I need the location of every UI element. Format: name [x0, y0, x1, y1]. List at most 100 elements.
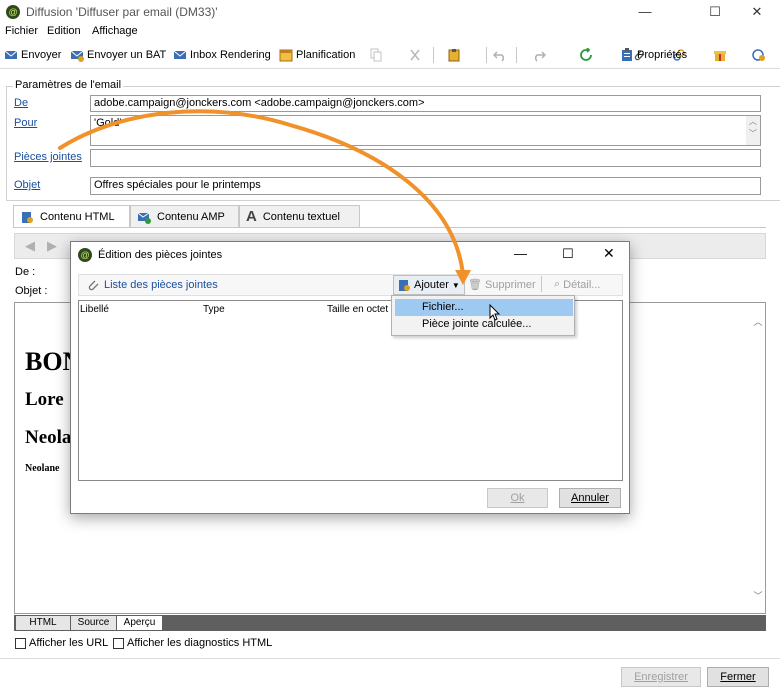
menu-item-computed-attachment[interactable]: Pièce jointe calculée...	[395, 316, 573, 333]
toolbar-separator	[433, 47, 434, 63]
dialog-close-button[interactable]: ✕	[603, 245, 615, 262]
column-header-type[interactable]: Type	[203, 304, 225, 315]
cancel-button[interactable]: Annuler	[559, 488, 621, 508]
delete-label: Supprimer	[484, 278, 536, 291]
header-subject-label: Objet :	[15, 285, 48, 297]
from-field[interactable]: adobe.campaign@jonckers.com <adobe.campa…	[90, 95, 761, 112]
ok-button[interactable]: Ok	[487, 488, 548, 508]
campaign-app-icon: @	[78, 248, 92, 262]
dialog-title: Édition des pièces jointes	[98, 249, 223, 261]
properties-button[interactable]: Propriétés	[620, 46, 687, 64]
preview-heading-2: Lore	[25, 389, 64, 410]
delete-button[interactable]: 🗑 Supprimer	[468, 278, 536, 292]
close-window-button[interactable]: ✕	[734, 0, 780, 24]
menu-item-file[interactable]: Fichier...	[395, 299, 573, 316]
tab-html-label: Contenu HTML	[40, 211, 115, 223]
attachments-dialog: @ Édition des pièces jointes — ☐ ✕ Liste…	[70, 241, 630, 514]
tab-strip-line	[13, 227, 766, 228]
menu-affichage[interactable]: Affichage	[92, 25, 138, 37]
amp-content-icon	[137, 210, 151, 224]
show-html-diagnostics-checkbox[interactable]: Afficher les diagnostics HTML	[113, 637, 272, 649]
show-html-diagnostics-label: Afficher les diagnostics HTML	[127, 637, 273, 649]
column-header-size[interactable]: Taille en octet	[327, 304, 388, 315]
redo-icon[interactable]	[532, 48, 547, 62]
forward-arrow-icon[interactable]: ▶	[47, 238, 57, 254]
detail-label: Détail...	[563, 278, 601, 291]
mouse-cursor-icon	[489, 304, 501, 321]
campaign-app-icon: @	[6, 5, 20, 19]
dialog-maximize-button[interactable]: ☐	[562, 246, 574, 262]
show-urls-label: Afficher les URL	[29, 637, 109, 649]
checkbox-box	[15, 637, 26, 649]
refresh-icon[interactable]	[579, 48, 593, 62]
params-title: Paramètres de l'email	[13, 79, 124, 91]
calendar-icon	[279, 48, 293, 62]
maximize-button[interactable]: ☐	[692, 0, 738, 24]
tab-text-content[interactable]: A Contenu textuel	[239, 205, 360, 227]
toolbar-separator	[516, 47, 517, 63]
tab-html-content[interactable]: Contenu HTML	[13, 205, 130, 228]
dialog-minimize-button[interactable]: —	[514, 246, 527, 261]
attachments-list-label: Liste des pièces jointes	[104, 279, 218, 291]
schedule-button[interactable]: Planification	[279, 46, 355, 64]
tab-amp-content[interactable]: Contenu AMP	[130, 205, 239, 227]
view-mode-tabs: HTML Source Aperçu	[14, 615, 766, 631]
detail-button[interactable]: ⌕ Détail...	[554, 278, 600, 291]
column-header-label[interactable]: Libellé	[80, 304, 109, 315]
attachments-field[interactable]	[90, 149, 761, 167]
send-icon	[4, 48, 18, 62]
inbox-rendering-label: Inbox Rendering	[190, 49, 271, 61]
back-arrow-icon[interactable]: ◀	[25, 238, 35, 254]
tab-preview-view[interactable]: Aperçu	[117, 616, 162, 630]
trash-icon: 🗑	[468, 279, 482, 291]
inbox-rendering-button[interactable]: Inbox Rendering	[173, 46, 271, 64]
magnifier-icon: ⌕	[554, 278, 561, 290]
preview-scrollbar[interactable]: ︿ ﹀	[751, 303, 765, 613]
tab-text-label: Contenu textuel	[262, 210, 340, 223]
add-icon	[397, 278, 411, 292]
tab-amp-label: Contenu AMP	[157, 210, 225, 223]
tab-source-view[interactable]: Source	[71, 616, 116, 630]
menu-fichier[interactable]: Fichier	[5, 25, 38, 37]
add-label: Ajouter	[414, 279, 449, 291]
add-button[interactable]: Ajouter ▼	[393, 275, 465, 295]
paste-icon[interactable]	[447, 48, 461, 62]
send-label: Envoyer	[21, 49, 62, 61]
subject-field[interactable]: Offres spéciales pour le printemps	[90, 177, 761, 195]
attachments-label[interactable]: Pièces jointes	[14, 151, 82, 163]
html-content-icon	[20, 210, 34, 224]
send-proof-button[interactable]: Envoyer un BAT	[70, 46, 166, 64]
personalization-icon[interactable]	[751, 48, 766, 62]
save-button[interactable]: Enregistrer	[621, 667, 701, 687]
copy-icon[interactable]	[369, 48, 383, 62]
to-scrollbar[interactable]: ︿ ﹀	[746, 116, 760, 145]
to-field[interactable]: 'Gold' ︿ ﹀	[90, 115, 761, 146]
dialog-toolbar-separator	[541, 276, 542, 292]
checkbox-box	[113, 637, 124, 649]
properties-label: Propriétés	[637, 49, 688, 61]
window-titlebar: @ Diffusion 'Diffuser par email (DM33)' …	[0, 0, 780, 24]
attachments-list-link[interactable]: Liste des pièces jointes	[86, 278, 218, 292]
close-button[interactable]: Fermer	[707, 667, 769, 687]
to-label[interactable]: Pour	[14, 117, 37, 129]
preview-small-text: Neolane	[25, 463, 60, 474]
add-dropdown-menu: Fichier... Pièce jointe calculée...	[391, 295, 575, 336]
undo-icon[interactable]	[493, 48, 507, 62]
cut-icon[interactable]	[408, 48, 422, 62]
chevron-down-icon: ▼	[451, 280, 460, 290]
from-label[interactable]: De	[14, 97, 28, 109]
header-from-label: De :	[15, 266, 36, 278]
schedule-label: Planification	[296, 49, 356, 61]
toolbar: Envoyer Envoyer un BAT Inbox Rendering P…	[0, 43, 780, 67]
menu-edition[interactable]: Edition	[47, 25, 81, 37]
subject-label[interactable]: Objet	[14, 179, 40, 191]
footer-divider	[0, 658, 780, 659]
minimize-button[interactable]: —	[622, 0, 668, 24]
send-button[interactable]: Envoyer	[4, 46, 61, 64]
show-urls-checkbox[interactable]: Afficher les URL	[15, 637, 108, 649]
send-proof-icon	[70, 48, 84, 62]
tab-html-view[interactable]: HTML	[16, 616, 70, 630]
text-content-icon: A	[246, 208, 257, 225]
gift-icon[interactable]	[713, 48, 727, 62]
toolbar-separator	[486, 47, 487, 63]
